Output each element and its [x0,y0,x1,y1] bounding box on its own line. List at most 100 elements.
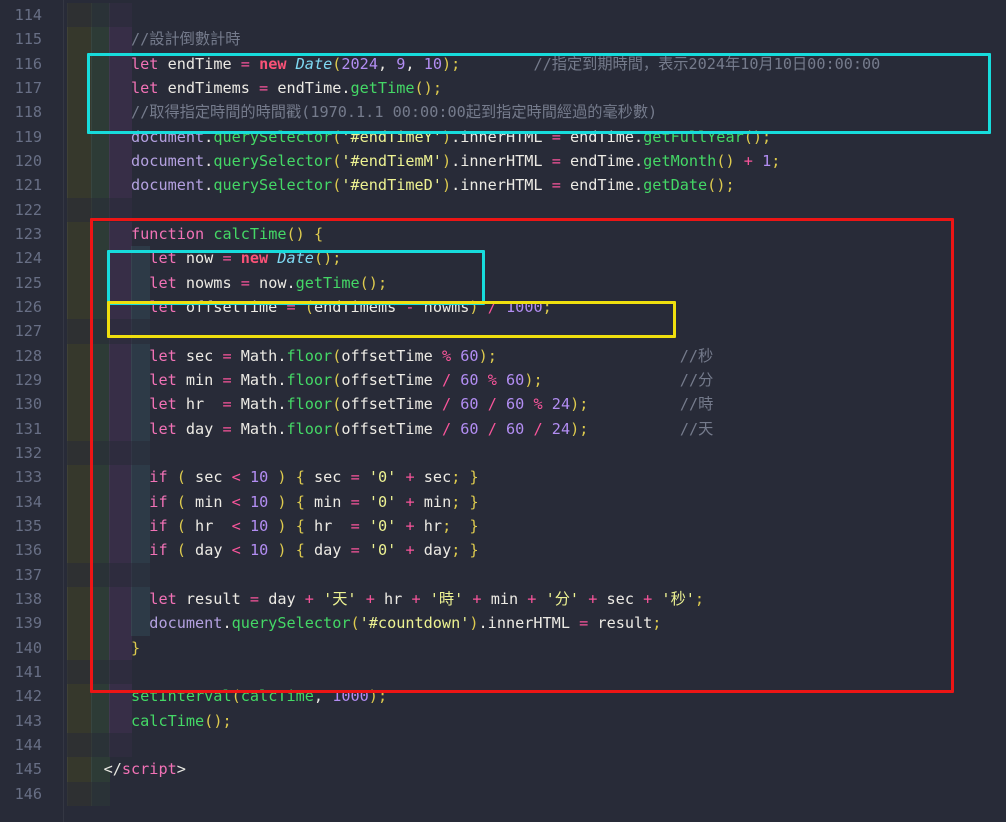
token-dm: document [131,176,204,194]
code-line[interactable]: 124 let now = new Date(); [0,246,1006,270]
code-line[interactable]: 139 document.querySelector('#countdown')… [0,611,1006,635]
code-line[interactable]: 132 [0,441,1006,465]
code-line[interactable]: 135 if ( hr < 10 ) { hr = '0' + hr; } [0,514,1006,538]
code-line[interactable]: 117 let endTimems = endTime.getTime(); [0,76,1006,100]
token-dm: document [149,614,222,632]
line-number: 123 [0,222,42,246]
code-line[interactable]: 118 //取得指定時間的時間戳(1970.1.1 00:00:00起到指定時間… [0,100,1006,124]
code-text: //取得指定時間的時間戳(1970.1.1 00:00:00起到指定時間經過的毫… [67,100,657,124]
token-op: = [351,468,360,486]
code-line[interactable]: 140 } [0,636,1006,660]
line-number: 135 [0,514,42,538]
token-pl: offsetTime [177,298,287,316]
token-pl: Math. [232,420,287,438]
code-line[interactable]: 123 function calcTime() { [0,222,1006,246]
token-op: + [643,590,652,608]
code-line[interactable]: 130 let hr = Math.floor(offsetTime / 60 … [0,392,1006,416]
code-line[interactable]: 146 [0,782,1006,806]
code-line[interactable]: 128 let sec = Math.floor(offsetTime % 60… [0,344,1006,368]
token-k: let [149,371,176,389]
token-ty: Date [296,55,333,73]
token-op: + [305,590,314,608]
token-pl [296,298,305,316]
token-pl [360,541,369,559]
token-pl: sec [597,590,643,608]
token-pl: .innerHTML [451,152,552,170]
token-st: '秒' [661,590,694,608]
code-line[interactable]: 137 [0,563,1006,587]
token-nu: 60 [506,395,524,413]
code-line[interactable]: 120 document.querySelector('#endTiemM').… [0,149,1006,173]
token-nu: 60 [460,347,478,365]
token-br: ( [177,517,186,535]
line-number: 133 [0,465,42,489]
code-line[interactable]: 127 [0,319,1006,343]
token-op: = [241,274,250,292]
token-br: ( [177,493,186,511]
token-pl: endTime. [561,152,643,170]
token-op: + [405,468,414,486]
token-pl [497,298,506,316]
token-k: if [149,493,167,511]
code-text: if ( min < 10 ) { min = '0' + min; } [67,490,479,514]
code-text: let result = day + '天' + hr + '時' + min … [67,587,704,611]
token-nu: 24 [552,420,570,438]
code-line[interactable]: 129 let min = Math.floor(offsetTime / 60… [0,368,1006,392]
code-line[interactable]: 114 [0,3,1006,27]
token-br: { [296,517,305,535]
code-line[interactable]: 116 let endTime = new Date(2024, 9, 10);… [0,52,1006,76]
token-br: ; [378,274,387,292]
token-br: ; [451,468,460,486]
code-line[interactable]: 133 if ( sec < 10 ) { sec = '0' + sec; } [0,465,1006,489]
code-line[interactable]: 125 let nowms = now.getTime(); [0,271,1006,295]
token-pl: now [177,249,223,267]
code-line[interactable]: 126 let offsetTime = (endTimems - nowms)… [0,295,1006,319]
token-br: ) [442,152,451,170]
line-number: 130 [0,392,42,416]
token-br: ; [451,493,460,511]
token-br: ; [652,614,661,632]
code-line[interactable]: 145 </script> [0,757,1006,781]
token-br: ( [232,687,241,705]
token-nu: 24 [552,395,570,413]
token-pl [543,395,552,413]
code-line[interactable]: 144 [0,733,1006,757]
token-op: + [411,590,420,608]
token-nu: 60 [460,371,478,389]
code-line[interactable]: 134 if ( min < 10 ) { min = '0' + min; } [0,490,1006,514]
token-st: '#countdown' [360,614,470,632]
code-line[interactable]: 131 let day = Math.floor(offsetTime / 60… [0,417,1006,441]
code-editor[interactable]: 114115 //設計倒數計時116 let endTime = new Dat… [0,0,1006,822]
line-number: 136 [0,538,42,562]
token-br: { [296,468,305,486]
token-op: = [250,590,259,608]
code-line[interactable]: 141 [0,660,1006,684]
token-pl [168,517,177,535]
token-pl [479,420,488,438]
token-br: } [131,639,140,657]
token-op: % [533,395,542,413]
token-pl [479,371,488,389]
token-pl [579,590,588,608]
code-line[interactable]: 142 setInterval(calcTime, 1000); [0,684,1006,708]
code-line[interactable]: 115 //設計倒數計時 [0,27,1006,51]
token-pl: , [405,55,423,73]
code-line[interactable]: 122 [0,198,1006,222]
token-br: () [360,274,378,292]
code-line[interactable]: 136 if ( day < 10 ) { day = '0' + day; } [0,538,1006,562]
token-op: = [286,298,295,316]
code-line[interactable]: 119 document.querySelector('#endTimeY').… [0,125,1006,149]
code-line[interactable]: 121 document.querySelector('#endTimeD').… [0,173,1006,197]
token-pl [168,541,177,559]
token-op: + [405,517,414,535]
code-text: if ( sec < 10 ) { sec = '0' + sec; } [67,465,479,489]
code-text: document.querySelector('#endTimeD').inne… [67,173,735,197]
line-number: 119 [0,125,42,149]
token-cm: //指定到期時間，表示2024年10月10日00:00:00 [533,55,880,73]
token-k: let [131,79,158,97]
code-line[interactable]: 138 let result = day + '天' + hr + '時' + … [0,587,1006,611]
token-st: '#endTimeY' [341,128,442,146]
code-line[interactable]: 143 calcTime(); [0,709,1006,733]
token-nu: 60 [506,420,524,438]
token-pl: , [378,55,396,73]
